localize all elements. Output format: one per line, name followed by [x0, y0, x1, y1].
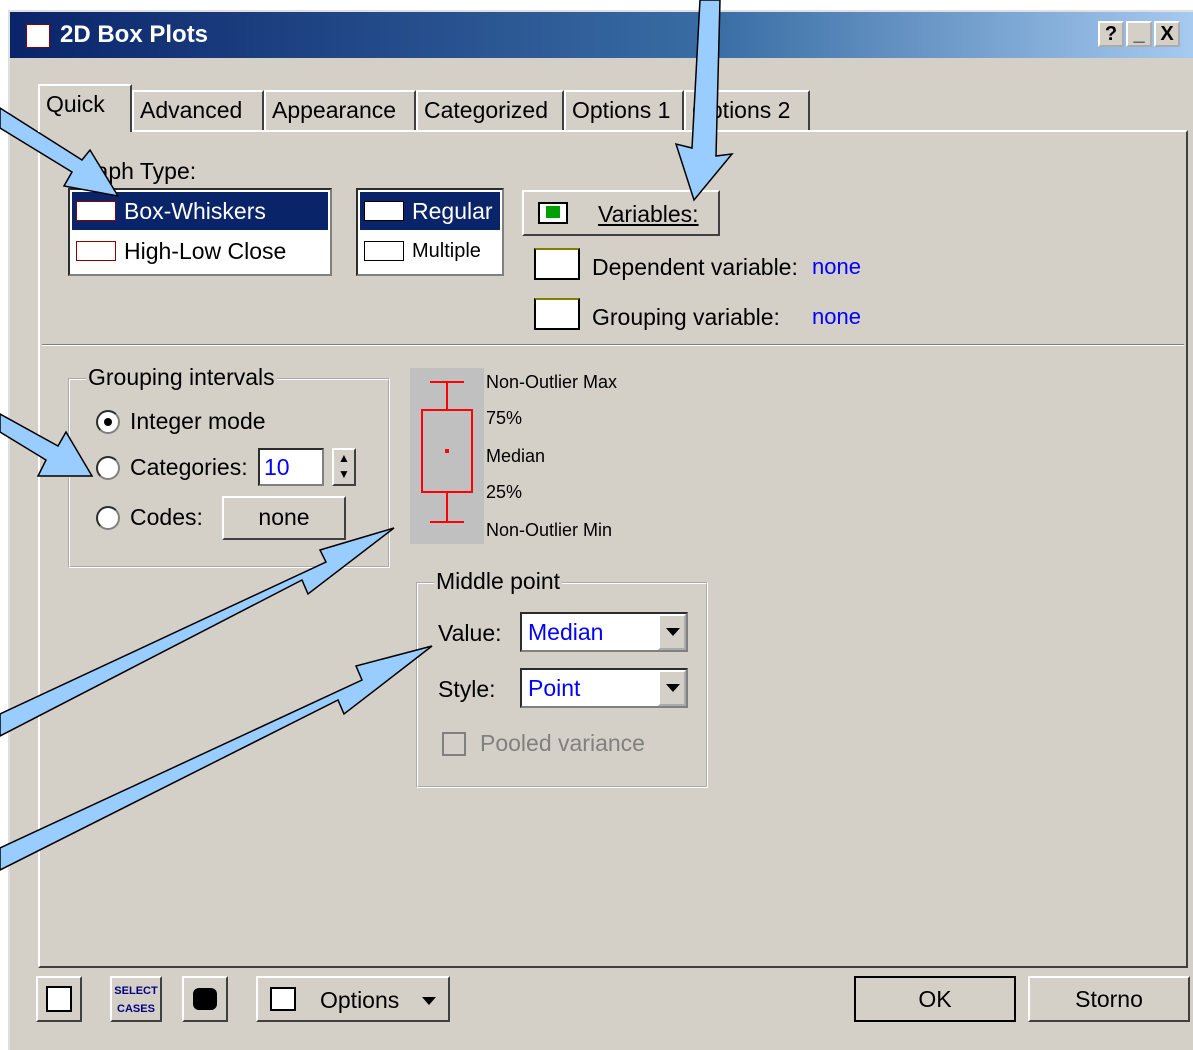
categories-spinner[interactable]: ▲ ▼ [332, 448, 356, 486]
window-title: 2D Box Plots [60, 21, 209, 48]
cancel-button[interactable]: Storno [1028, 976, 1190, 1022]
chevron-down-icon [422, 997, 436, 1005]
middle-point-group: Middle point Value: Median Style: Point … [416, 568, 708, 788]
legend-non-outlier-min: Non-Outlier Min [486, 520, 613, 540]
codes-radio[interactable] [96, 506, 120, 530]
graph-type-high-low-close[interactable]: High-Low Close [72, 232, 328, 270]
box-whiskers-icon [76, 201, 116, 221]
title-bar[interactable]: 2D Box Plots ? _ X [10, 12, 1193, 58]
multiple-plot-icon [364, 241, 404, 261]
categories-label: Categories: [130, 454, 248, 480]
graph-type-item-label: Box-Whiskers [124, 198, 266, 224]
options-button[interactable]: Options [256, 976, 450, 1022]
integer-mode-label: Integer mode [130, 408, 266, 434]
graph-type-box-whiskers[interactable]: Box-Whiskers [71, 191, 329, 231]
green-arrow-icon [546, 206, 560, 218]
pooled-variance-checkbox[interactable] [442, 732, 466, 756]
graph-window-button[interactable] [36, 976, 82, 1022]
grouping-variable-value: none [812, 304, 861, 329]
graph-mode-multiple[interactable]: Multiple [360, 232, 500, 270]
style-select-text: Point [528, 675, 581, 701]
legend-25-percent: 25% [486, 482, 523, 502]
legend-median: Median [486, 446, 546, 466]
grouping-variable-icon [534, 298, 580, 330]
weight-button[interactable] [182, 976, 228, 1022]
style-label: Style: [438, 676, 496, 702]
graph-type-label: Graph Type: [70, 158, 197, 184]
tab-appearance[interactable]: Appearance [264, 90, 416, 130]
section-divider [42, 344, 1184, 346]
legend-75-percent: 75% [486, 408, 523, 428]
options-icon [270, 987, 296, 1011]
graph-icon [46, 986, 72, 1012]
grouping-intervals-title: Grouping intervals [86, 364, 277, 391]
tab-categorized[interactable]: Categorized [416, 90, 564, 130]
variables-icon [538, 202, 568, 224]
value-label: Value: [438, 620, 502, 646]
box-whisker-diagram [421, 381, 473, 523]
codes-button[interactable]: none [222, 496, 346, 540]
middle-point-title: Middle point [434, 568, 563, 595]
dependent-variable-icon [534, 248, 580, 280]
options-label: Options [320, 987, 400, 1013]
box-whisker-preview [410, 368, 484, 544]
select-cases-button[interactable]: SELECT CASES [110, 976, 162, 1022]
graph-mode-regular[interactable]: Regular [359, 191, 501, 231]
variables-button[interactable]: Variables: [522, 190, 720, 236]
ok-button[interactable]: OK [854, 976, 1016, 1022]
variables-button-label: Variables: [598, 201, 699, 227]
style-select[interactable]: Point [520, 668, 688, 708]
chevron-down-icon[interactable] [658, 670, 686, 706]
box-plot-app-icon [26, 24, 50, 48]
dependent-variable-label: Dependent variable: [592, 254, 798, 280]
dependent-variable-value: none [812, 254, 861, 279]
regular-plot-icon [364, 201, 404, 221]
grouping-intervals-group: Grouping intervals Integer mode Categori… [68, 364, 390, 568]
tab-options-2[interactable]: Options 2 [684, 90, 810, 130]
chevron-down-icon[interactable] [658, 614, 686, 650]
weight-icon [193, 988, 217, 1010]
tab-quick[interactable]: Quick [38, 84, 132, 132]
close-button[interactable]: X [1154, 21, 1180, 47]
tab-advanced[interactable]: Advanced [132, 90, 264, 130]
help-button[interactable]: ? [1098, 21, 1124, 47]
box-plots-dialog: 2D Box Plots ? _ X Quick Advanced Appear… [8, 10, 1193, 1050]
graph-type-item-label: High-Low Close [124, 238, 287, 264]
tab-options-1[interactable]: Options 1 [564, 90, 684, 130]
graph-mode-item-label: Regular [412, 198, 493, 224]
grouping-variable-label: Grouping variable: [592, 304, 780, 330]
high-low-close-icon [76, 241, 116, 261]
integer-mode-radio[interactable] [96, 410, 120, 434]
value-select[interactable]: Median [520, 612, 688, 652]
pooled-variance-label: Pooled variance [480, 730, 645, 756]
minimize-button[interactable]: _ [1126, 21, 1152, 47]
graph-mode-item-label: Multiple [412, 240, 481, 262]
graph-type-list[interactable]: Box-Whiskers High-Low Close [68, 188, 332, 276]
categories-radio[interactable] [96, 456, 120, 480]
legend-non-outlier-max: Non-Outlier Max [486, 372, 618, 392]
graph-mode-list[interactable]: Regular Multiple [356, 188, 504, 276]
codes-label: Codes: [130, 504, 203, 530]
categories-input[interactable]: 10 [258, 448, 324, 486]
value-select-text: Median [528, 619, 604, 645]
